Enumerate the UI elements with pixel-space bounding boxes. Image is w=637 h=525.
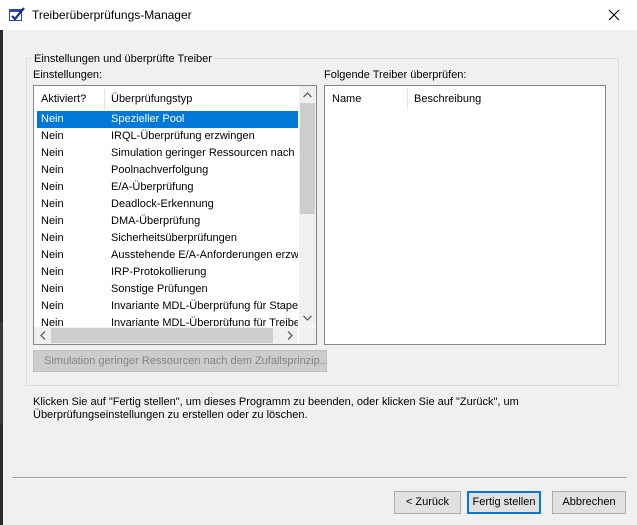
list-item-check-type: Invariante MDL-Überprüfung für Stapel [111, 300, 298, 312]
info-text-line-2: Überprüfungseinstellungen zu erstellen o… [33, 409, 308, 421]
chevron-left-icon [39, 331, 45, 340]
list-item[interactable]: Nein Sonstige Prüfungen [37, 281, 298, 298]
drivers-label: Folgende Treiber überprüfen: [324, 69, 467, 81]
scroll-down-button[interactable] [299, 309, 316, 326]
list-item-enabled: Nein [41, 317, 64, 326]
list-item[interactable]: Nein IRQL-Überprüfung erzwingen [37, 128, 298, 145]
list-item-enabled: Nein [41, 113, 64, 125]
settings-list-header: Aktiviert? Überprüfungstyp [34, 86, 298, 112]
cancel-button[interactable]: Abbrechen [552, 491, 626, 514]
close-button[interactable] [591, 0, 637, 30]
list-item-check-type: Poolnachverfolgung [111, 164, 209, 176]
list-item-check-type: IRP-Protokollierung [111, 266, 207, 278]
list-item[interactable]: Nein Sicherheitsüberprüfungen [37, 230, 298, 247]
column-header-check-type[interactable]: Überprüfungstyp [104, 86, 298, 112]
scroll-right-button[interactable] [281, 327, 298, 344]
list-item-check-type: Simulation geringer Ressourcen nach d [111, 147, 298, 159]
window-title: Treiberüberprüfungs-Manager [32, 8, 192, 22]
list-item-enabled: Nein [41, 181, 64, 193]
list-item-check-type: DMA-Überprüfung [111, 215, 201, 227]
column-header-name[interactable]: Name [325, 86, 407, 112]
back-button[interactable]: < Zurück [394, 491, 461, 514]
list-item[interactable]: Nein E/A-Überprüfung [37, 179, 298, 196]
info-text-line-1: Klicken Sie auf "Fertig stellen", um die… [33, 396, 519, 408]
vertical-scroll-thumb[interactable] [300, 103, 315, 214]
list-item-check-type: E/A-Überprüfung [111, 181, 194, 193]
scroll-left-button[interactable] [34, 327, 51, 344]
column-header-enabled[interactable]: Aktiviert? [34, 86, 104, 112]
list-item[interactable]: Nein Simulation geringer Ressourcen nach … [37, 145, 298, 162]
list-item-enabled: Nein [41, 266, 64, 278]
driver-verifier-window: Treiberüberprüfungs-Manager Einstellunge… [0, 0, 637, 525]
drivers-list-header: Name Beschreibung [325, 86, 603, 112]
close-icon [608, 9, 620, 21]
list-item-check-type: Deadlock-Erkennung [111, 198, 214, 210]
list-item-enabled: Nein [41, 283, 64, 295]
list-item-check-type: Sicherheitsüberprüfungen [111, 232, 237, 244]
title-bar[interactable]: Treiberüberprüfungs-Manager [0, 0, 637, 30]
horizontal-scrollbar[interactable] [34, 327, 298, 344]
chevron-down-icon [303, 315, 312, 321]
driver-verifier-app-icon [9, 7, 25, 22]
list-item[interactable]: Nein IRP-Protokollierung [37, 264, 298, 281]
list-item-enabled: Nein [41, 249, 64, 261]
horizontal-scroll-thumb[interactable] [51, 328, 273, 343]
settings-label: Einstellungen: [33, 69, 103, 81]
footer-separator [12, 477, 627, 479]
scrollbar-corner [299, 327, 316, 344]
low-resource-simulation-button[interactable]: Simulation geringer Ressourcen nach dem … [33, 350, 327, 372]
list-item-check-type: Ausstehende E/A-Anforderungen erzwi. [111, 249, 298, 261]
chevron-up-icon [303, 91, 312, 97]
list-item[interactable]: Nein Invariante MDL-Überprüfung für Stape… [37, 298, 298, 315]
list-item[interactable]: Nein DMA-Überprüfung [37, 213, 298, 230]
list-item-enabled: Nein [41, 215, 64, 227]
list-item-check-type: Sonstige Prüfungen [111, 283, 208, 295]
list-item[interactable]: Nein Ausstehende E/A-Anforderungen erzwi. [37, 247, 298, 264]
list-item-check-type: Invariante MDL-Überprüfung für Treiber [111, 317, 298, 326]
list-item-enabled: Nein [41, 164, 64, 176]
list-item-enabled: Nein [41, 198, 64, 210]
groupbox-legend: Einstellungen und überprüfte Treiber [32, 53, 214, 65]
column-header-description[interactable]: Beschreibung [407, 86, 603, 112]
scroll-up-button[interactable] [299, 86, 316, 103]
background-window-edge-highlight [0, 322, 3, 424]
chevron-right-icon [287, 331, 293, 340]
vertical-scrollbar[interactable] [299, 86, 316, 326]
list-item[interactable]: Nein Invariante MDL-Überprüfung für Treib… [37, 315, 298, 326]
drivers-list[interactable]: Name Beschreibung [324, 85, 606, 345]
list-item-check-type: Spezieller Pool [111, 113, 185, 125]
list-item-enabled: Nein [41, 300, 64, 312]
background-window-edge [0, 30, 3, 525]
list-item-check-type: IRQL-Überprüfung erzwingen [111, 130, 255, 142]
list-item-enabled: Nein [41, 130, 64, 142]
settings-list[interactable]: Aktiviert? Überprüfungstyp Nein Spezielle… [33, 85, 317, 345]
settings-rows: Nein Spezieller Pool Nein IRQL-Überprüfung … [37, 111, 298, 326]
list-item[interactable]: Nein Poolnachverfolgung [37, 162, 298, 179]
info-text: Klicken Sie auf "Fertig stellen", um die… [33, 396, 573, 422]
list-item-enabled: Nein [41, 232, 64, 244]
list-item[interactable]: Nein Spezieller Pool [37, 111, 298, 128]
list-item-enabled: Nein [41, 147, 64, 159]
list-item[interactable]: Nein Deadlock-Erkennung [37, 196, 298, 213]
finish-button[interactable]: Fertig stellen [467, 491, 541, 514]
